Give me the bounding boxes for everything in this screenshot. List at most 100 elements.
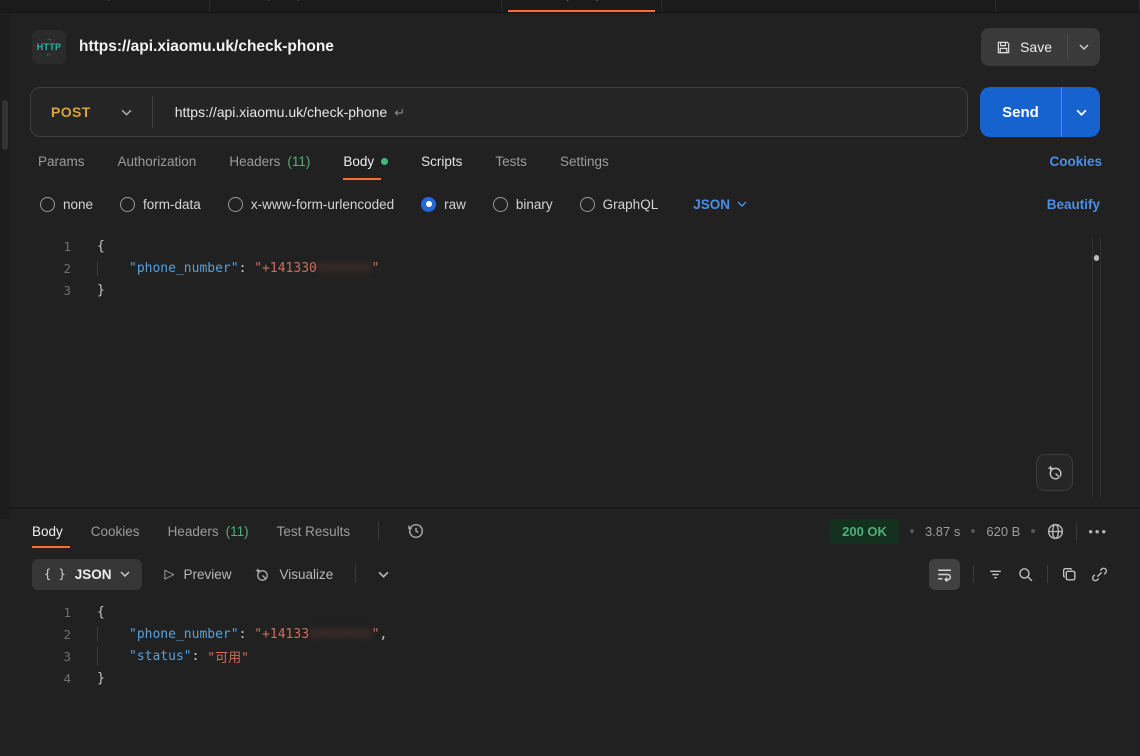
radio-label: raw <box>444 197 466 212</box>
radio-label: none <box>63 197 93 212</box>
code-line: 4} <box>25 667 1115 689</box>
tab-label: Headers <box>229 154 280 169</box>
body-type-none[interactable]: none <box>40 197 93 212</box>
response-more-actions-button[interactable]: ••• <box>1088 524 1108 539</box>
tab-params[interactable]: Params <box>38 137 85 185</box>
url-input[interactable]: https://api.xiaomu.uk/check-phone↵ <box>153 104 427 121</box>
tab-count-badge: (11) <box>226 524 249 539</box>
network-info-button[interactable] <box>1046 522 1065 541</box>
copy-button[interactable] <box>1061 566 1078 583</box>
code-content: } <box>71 671 105 686</box>
tab-label: Test Results <box>277 524 351 539</box>
code-content: "phone_number": "+14133••••••••", <box>71 627 387 642</box>
radio-circle <box>120 197 135 212</box>
scrollbar-thumb[interactable] <box>1094 255 1099 261</box>
cookies-link[interactable]: Cookies <box>1049 154 1102 169</box>
code-token: : <box>192 647 208 666</box>
code-token: } <box>97 671 105 686</box>
tab-authorization[interactable]: Authorization <box>118 137 197 185</box>
raw-language-select[interactable]: JSON <box>693 197 747 212</box>
response-tab-headers[interactable]: Headers(11) <box>168 509 249 553</box>
response-time: 3.87 s <box>925 524 960 539</box>
code-token: { <box>97 605 105 620</box>
response-tab-body[interactable]: Body <box>32 509 63 553</box>
preview-label: Preview <box>183 567 231 582</box>
environment-selector[interactable]: No environment <box>995 0 1139 13</box>
code-line: 3} <box>25 279 1115 301</box>
code-token: "phone_number" <box>129 627 239 642</box>
app-tab-label: https://api.xiaomu.uk/ow <box>254 0 383 1</box>
divider <box>1047 565 1048 583</box>
tab-scripts[interactable]: Scripts <box>421 137 462 185</box>
code-token <box>97 261 129 276</box>
filter-lines-icon <box>987 566 1004 583</box>
app-tab[interactable]: GEThttps://api.xiaomu.uk/ow <box>210 0 502 13</box>
tab-headers[interactable]: Headers (11) <box>229 137 310 185</box>
beautify-link[interactable]: Beautify <box>1047 197 1100 212</box>
visualize-options-button[interactable] <box>378 571 389 578</box>
floppy-icon <box>996 40 1011 55</box>
request-tabs: Params Authorization Headers (11) Body Script… <box>0 137 1140 185</box>
url-value: https://api.xiaomu.uk/check-phone <box>175 104 387 120</box>
save-options-button[interactable] <box>1068 28 1100 66</box>
response-format-select[interactable]: { } JSON <box>32 559 142 590</box>
chevron-down-icon <box>378 571 389 578</box>
chevron-down-icon <box>120 571 130 577</box>
redacted-value: ••••••• <box>317 261 372 276</box>
body-type-form-data[interactable]: form-data <box>120 197 201 212</box>
new-tab-button[interactable]: + <box>662 0 695 3</box>
code-token: "+141330 <box>254 261 317 276</box>
divider <box>378 522 379 540</box>
preview-button[interactable]: ▷ Preview <box>164 566 231 582</box>
code-content: } <box>71 283 105 298</box>
editor-scrollbar[interactable] <box>1092 237 1101 497</box>
body-type-raw[interactable]: raw <box>421 197 466 212</box>
app-tab[interactable]: POSThttps://api.xiaomu.uk/c <box>502 0 662 13</box>
tab-body[interactable]: Body <box>343 137 388 185</box>
response-body-viewer[interactable]: 1{2"phone_number": "+14133••••••••",3"st… <box>25 601 1115 733</box>
body-type-x-www-form-urlencoded[interactable]: x-www-form-urlencoded <box>228 197 394 212</box>
filter-button[interactable] <box>987 566 1004 583</box>
method-label: POST <box>51 104 91 120</box>
code-token: "phone_number" <box>129 261 239 276</box>
http-request-icon: → HTTP ← <box>32 30 66 64</box>
tab-settings[interactable]: Settings <box>560 137 609 185</box>
code-token: } <box>97 283 105 298</box>
search-button[interactable] <box>1017 566 1034 583</box>
send-button[interactable]: Send <box>980 87 1062 137</box>
send-split-button: Send <box>980 87 1100 137</box>
line-number: 3 <box>25 283 71 298</box>
raw-language-label: JSON <box>693 197 730 212</box>
radio-circle <box>228 197 243 212</box>
body-type-binary[interactable]: binary <box>493 197 553 212</box>
line-number: 1 <box>25 239 71 254</box>
response-tabs: Body Cookies Headers(11) Test Results 200 OK… <box>0 509 1140 553</box>
postbot-button[interactable] <box>1036 454 1073 491</box>
code-token: " <box>372 261 380 276</box>
save-button[interactable]: Save <box>981 28 1067 66</box>
request-body-editor[interactable]: 1{2"phone_number": "+141330•••••••"3} <box>25 235 1115 499</box>
arrow-left-icon: ← <box>46 52 53 58</box>
send-options-button[interactable] <box>1062 87 1100 137</box>
code-line: 2"phone_number": "+141330•••••••" <box>25 257 1115 279</box>
app-tab[interactable]: GETUntitled Request <box>0 0 210 13</box>
response-tab-test-results[interactable]: Test Results <box>277 509 351 553</box>
body-type-graphql[interactable]: GraphQL <box>580 197 659 212</box>
line-number: 1 <box>25 605 71 620</box>
response-format-label: JSON <box>75 567 112 582</box>
method-selector[interactable]: POST <box>31 88 152 136</box>
line-number: 2 <box>25 627 71 642</box>
history-clock-icon <box>407 522 425 540</box>
response-status-group: 200 OK3.87 s620 B••• <box>830 519 1108 544</box>
visualize-button[interactable]: Visualize <box>253 566 333 583</box>
tab-count-badge: (11) <box>287 154 310 169</box>
response-history-button[interactable] <box>407 522 425 540</box>
code-token: "status" <box>129 647 192 666</box>
left-rail-handle[interactable] <box>2 100 8 150</box>
tab-tests[interactable]: Tests <box>495 137 527 185</box>
wrap-text-button[interactable] <box>929 559 960 590</box>
app-tab-strip: GETUntitled RequestGEThttps://api.xiaomu… <box>0 0 1140 13</box>
link-button[interactable] <box>1091 566 1108 583</box>
response-toolbar: { } JSON ▷ Preview Visualize <box>0 553 1140 595</box>
response-tab-cookies[interactable]: Cookies <box>91 509 140 553</box>
